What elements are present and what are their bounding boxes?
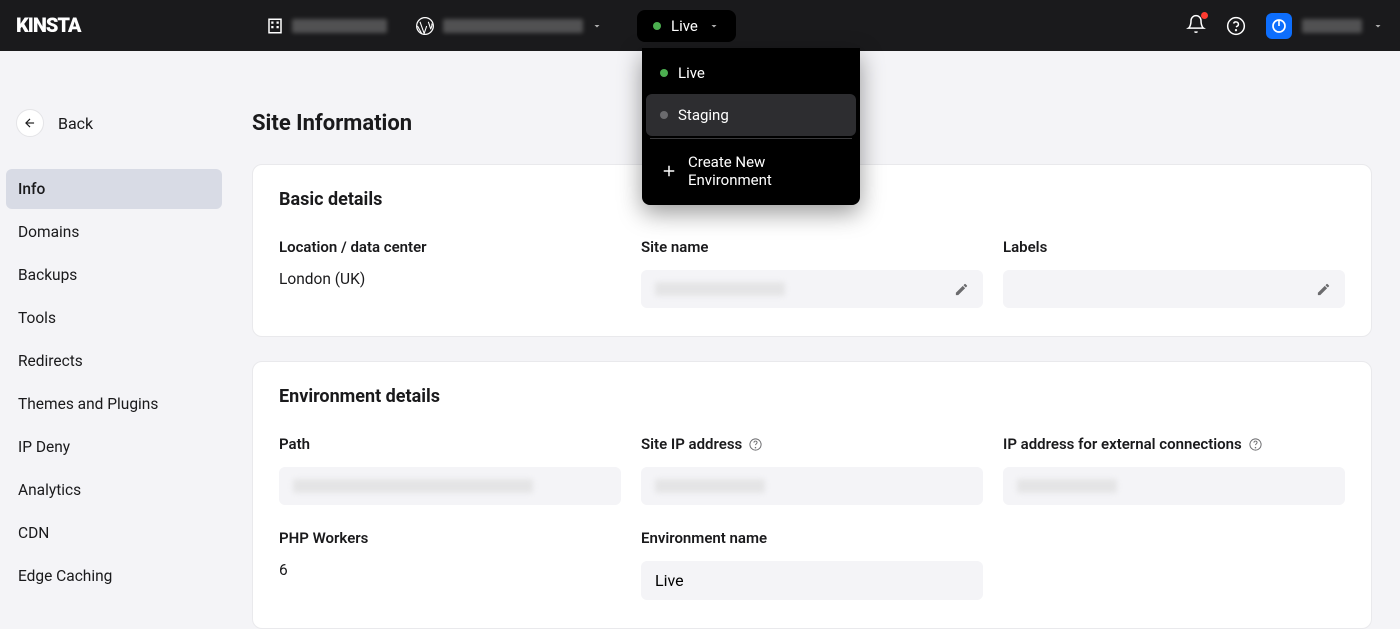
sidebar-item-tools[interactable]: Tools bbox=[6, 298, 222, 338]
arrow-left-icon bbox=[23, 116, 37, 130]
environment-name-value[interactable]: Live bbox=[641, 561, 983, 600]
status-dot-icon bbox=[660, 69, 668, 77]
site-ip-value[interactable] bbox=[641, 467, 983, 505]
avatar bbox=[1266, 13, 1292, 39]
sidebar-item-label: Domains bbox=[18, 223, 79, 241]
sidebar-item-label: Analytics bbox=[18, 481, 81, 499]
status-dot-icon bbox=[653, 22, 661, 30]
sidebar-item-redirects[interactable]: Redirects bbox=[6, 341, 222, 381]
environment-dropdown: Live Staging Create New Environment bbox=[642, 48, 860, 205]
env-dropdown-item-label: Live bbox=[678, 64, 705, 82]
field-label: Labels bbox=[1003, 238, 1345, 256]
location-field: Location / data center London (UK) bbox=[279, 238, 621, 308]
company-switcher[interactable] bbox=[258, 13, 395, 39]
help-button[interactable] bbox=[1226, 16, 1246, 36]
field-label: Site IP address bbox=[641, 435, 983, 453]
help-icon[interactable] bbox=[1248, 437, 1263, 452]
chevron-down-icon bbox=[708, 20, 720, 32]
field-label: Site name bbox=[641, 238, 983, 256]
wordpress-icon bbox=[415, 16, 435, 36]
pencil-icon bbox=[1316, 282, 1331, 297]
field-label: Path bbox=[279, 435, 621, 453]
sidebar-item-label: Info bbox=[18, 180, 45, 198]
redacted-value bbox=[1017, 479, 1117, 493]
redacted-value bbox=[655, 479, 765, 493]
location-value: London (UK) bbox=[279, 270, 621, 288]
user-menu[interactable] bbox=[1266, 13, 1384, 39]
php-workers-field: PHP Workers 6 bbox=[279, 529, 621, 600]
site-ip-field: Site IP address bbox=[641, 435, 983, 505]
field-label: Location / data center bbox=[279, 238, 621, 256]
labels-field: Labels bbox=[1003, 238, 1345, 308]
sidebar-item-label: Backups bbox=[18, 266, 77, 284]
field-label: Environment name bbox=[641, 529, 983, 547]
sidebar-item-domains[interactable]: Domains bbox=[6, 212, 222, 252]
logo: KINSTA bbox=[16, 15, 116, 37]
sidebar-item-themes-plugins[interactable]: Themes and Plugins bbox=[6, 384, 222, 424]
labels-input[interactable] bbox=[1003, 270, 1345, 308]
help-icon[interactable] bbox=[748, 437, 763, 452]
sidebar-item-backups[interactable]: Backups bbox=[6, 255, 222, 295]
sidebar-item-label: Themes and Plugins bbox=[18, 395, 158, 413]
card-title: Environment details bbox=[279, 386, 1345, 407]
php-workers-value: 6 bbox=[279, 561, 621, 579]
svg-text:KINSTA: KINSTA bbox=[16, 15, 82, 37]
environment-details-card: Environment details Path Site IP address bbox=[252, 361, 1372, 629]
sidebar-item-label: IP Deny bbox=[18, 438, 70, 456]
field-label: PHP Workers bbox=[279, 529, 621, 547]
building-icon bbox=[266, 17, 284, 35]
header: KINSTA Live Live Staging bbox=[0, 0, 1400, 51]
sidebar-item-label: CDN bbox=[18, 524, 49, 542]
sidebar-item-cdn[interactable]: CDN bbox=[6, 513, 222, 553]
site-name-field: Site name bbox=[641, 238, 983, 308]
environment-name-field: Environment name Live bbox=[641, 529, 983, 600]
notification-dot bbox=[1201, 12, 1208, 19]
sidebar-item-info[interactable]: Info bbox=[6, 169, 222, 209]
env-dropdown-create-label: Create New Environment bbox=[688, 153, 842, 189]
plus-icon bbox=[660, 162, 678, 180]
sidebar-item-edge-caching[interactable]: Edge Caching bbox=[6, 556, 222, 596]
external-ip-field: IP address for external connections bbox=[1003, 435, 1345, 505]
redacted-value bbox=[655, 282, 785, 296]
field-label: IP address for external connections bbox=[1003, 435, 1345, 453]
sidebar-item-ip-deny[interactable]: IP Deny bbox=[6, 427, 222, 467]
environment-label: Live bbox=[671, 17, 698, 35]
redacted-value bbox=[293, 479, 533, 493]
env-dropdown-item-label: Staging bbox=[678, 106, 729, 124]
back-label: Back bbox=[58, 114, 93, 133]
sidebar-item-label: Tools bbox=[18, 309, 56, 327]
external-ip-value[interactable] bbox=[1003, 467, 1345, 505]
status-dot-icon bbox=[660, 111, 668, 119]
sidebar-item-label: Edge Caching bbox=[18, 567, 112, 585]
env-dropdown-item-staging[interactable]: Staging bbox=[646, 94, 856, 136]
environment-selector[interactable]: Live bbox=[637, 10, 736, 42]
path-field: Path bbox=[279, 435, 621, 505]
notifications-button[interactable] bbox=[1186, 14, 1206, 38]
sidebar-item-analytics[interactable]: Analytics bbox=[6, 470, 222, 510]
site-name-input[interactable] bbox=[641, 270, 983, 308]
chevron-down-icon bbox=[591, 20, 603, 32]
chevron-down-icon bbox=[1372, 20, 1384, 32]
env-dropdown-create[interactable]: Create New Environment bbox=[646, 141, 856, 201]
env-dropdown-item-live[interactable]: Live bbox=[646, 52, 856, 94]
divider bbox=[650, 138, 852, 139]
back-button[interactable] bbox=[16, 109, 44, 137]
path-value[interactable] bbox=[279, 467, 621, 505]
pencil-icon bbox=[954, 282, 969, 297]
sidebar: Back Info Domains Backups Tools Redirect… bbox=[0, 51, 228, 613]
sidebar-item-label: Redirects bbox=[18, 352, 83, 370]
site-switcher[interactable] bbox=[407, 12, 611, 40]
